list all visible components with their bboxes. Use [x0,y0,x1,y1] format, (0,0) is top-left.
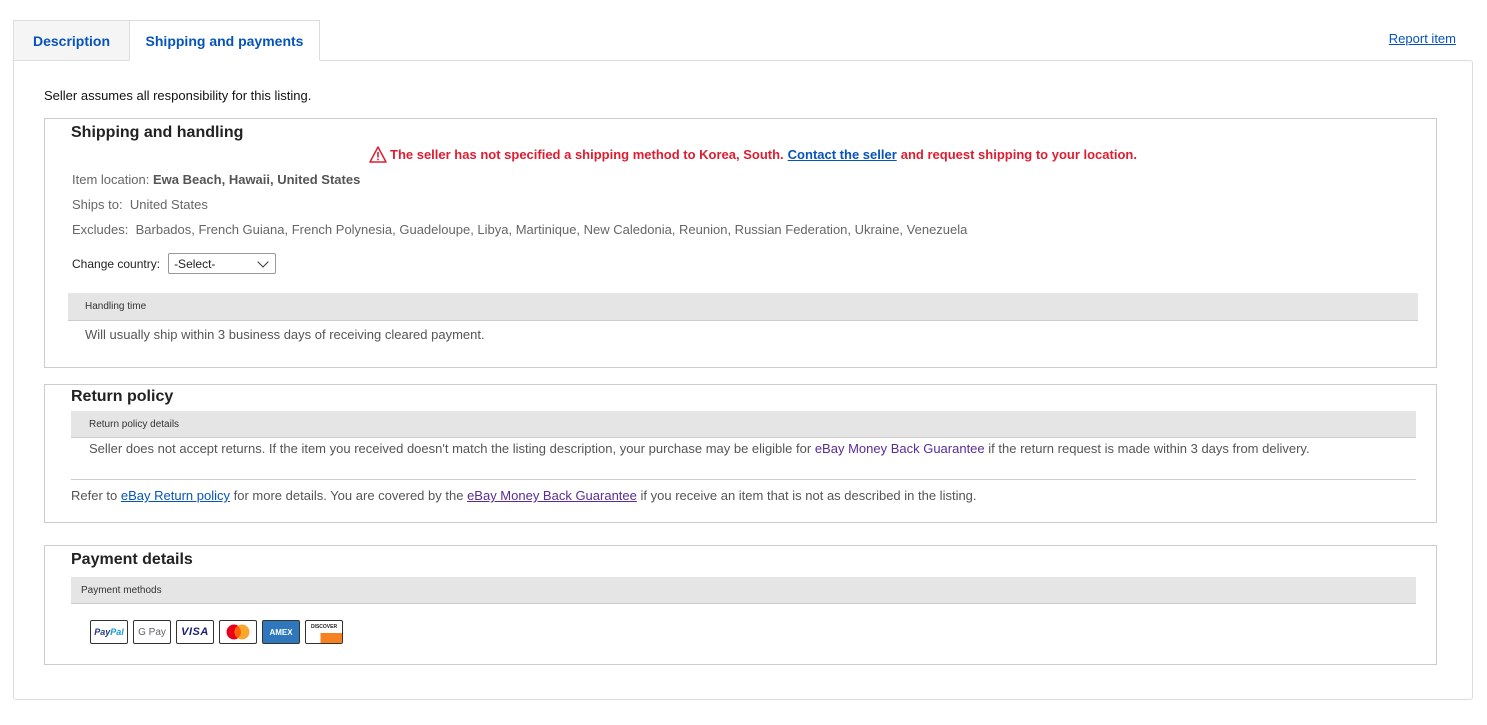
return-policy-details-label: Return policy details [89,418,180,430]
excludes: Excludes: Barbados, French Guiana, Frenc… [72,222,967,237]
change-country-row: Change country: -Select- [72,253,277,274]
return-policy-details-header: Return policy details [71,411,1416,438]
return-policy-refer: Refer to eBay Return policy for more det… [71,488,977,503]
visa-icon: VISA [176,620,214,644]
payment-title: Payment details [71,551,193,568]
item-location-value: Ewa Beach, Hawaii, United States [152,172,361,187]
discover-icon: DISCOVER [305,620,343,644]
warning-suffix: and request shipping to your location. [900,147,1137,162]
handling-time-label: Handling time [85,301,147,312]
return-policy-details-text: Seller does not accept returns. If the i… [89,442,1399,455]
chevron-down-icon [257,255,269,268]
return-details-text-2: if the return request is made within 3 d… [988,441,1259,456]
ships-to-value: United States [129,197,208,212]
report-item-link[interactable]: Report item [1389,31,1456,46]
refer-middle: for more details. You are covered by the [233,488,464,503]
ebay-return-policy-link[interactable]: eBay Return policy [121,488,230,503]
ebay-money-back-guarantee-link[interactable]: eBay Money Back Guarantee [467,488,637,503]
excludes-value: Barbados, French Guiana, French Polynesi… [135,222,968,237]
return-divider [71,479,1416,480]
country-select-value: -Select- [174,256,216,271]
seller-note: Seller assumes all responsibility for th… [44,88,312,103]
shipping-title: Shipping and handling [71,124,244,141]
return-details-text-3: delivery. [1262,441,1310,456]
tab-description[interactable]: Description [13,20,130,61]
item-location-label: Item location: [72,172,150,187]
refer-suffix: if you receive an item that is not as de… [640,488,977,503]
payment-section: Payment details Payment methods Pay Pal G… [44,545,1437,665]
item-location: Item location: Ewa Beach, Hawaii, United… [72,172,360,187]
google-pay-icon: G Pay [133,620,171,644]
excludes-label: Excludes: [72,222,129,237]
country-select[interactable]: -Select- [168,253,277,274]
return-details-text-1: Seller does not accept returns. If the i… [89,441,812,456]
mastercard-icon [219,620,257,644]
handling-time-text: Will usually ship within 3 business days… [85,327,485,342]
money-back-guarantee-text[interactable]: eBay Money Back Guarantee [815,441,985,456]
tab-shipping-and-payments[interactable]: Shipping and payments [129,20,320,61]
return-policy-section: Return policy Return policy details Sell… [44,384,1437,523]
payment-methods-header: Payment methods [71,577,1416,604]
paypal-icon: Pay Pal [90,620,128,644]
ships-to-label: Ships to: [72,197,123,212]
warning-icon [369,146,387,163]
warning-text: The seller has not specified a shipping … [390,147,784,162]
refer-prefix: Refer to [71,488,118,503]
shipping-warning: The seller has not specified a shipping … [369,146,1137,163]
payment-cards: Pay Pal G Pay VISA AMEX DISCOVER [90,620,343,644]
contact-seller-link[interactable]: Contact the seller [788,147,897,162]
tab-bar: Description Shipping and payments [13,20,320,61]
change-country-label: Change country: [72,256,161,271]
ships-to: Ships to: United States [72,197,208,212]
amex-icon: AMEX [262,620,300,644]
handling-time-header: Handling time [68,293,1418,321]
shipping-section: Shipping and handling The seller has not… [44,118,1437,368]
return-policy-title: Return policy [71,388,174,405]
payment-methods-label: Payment methods [81,584,162,596]
